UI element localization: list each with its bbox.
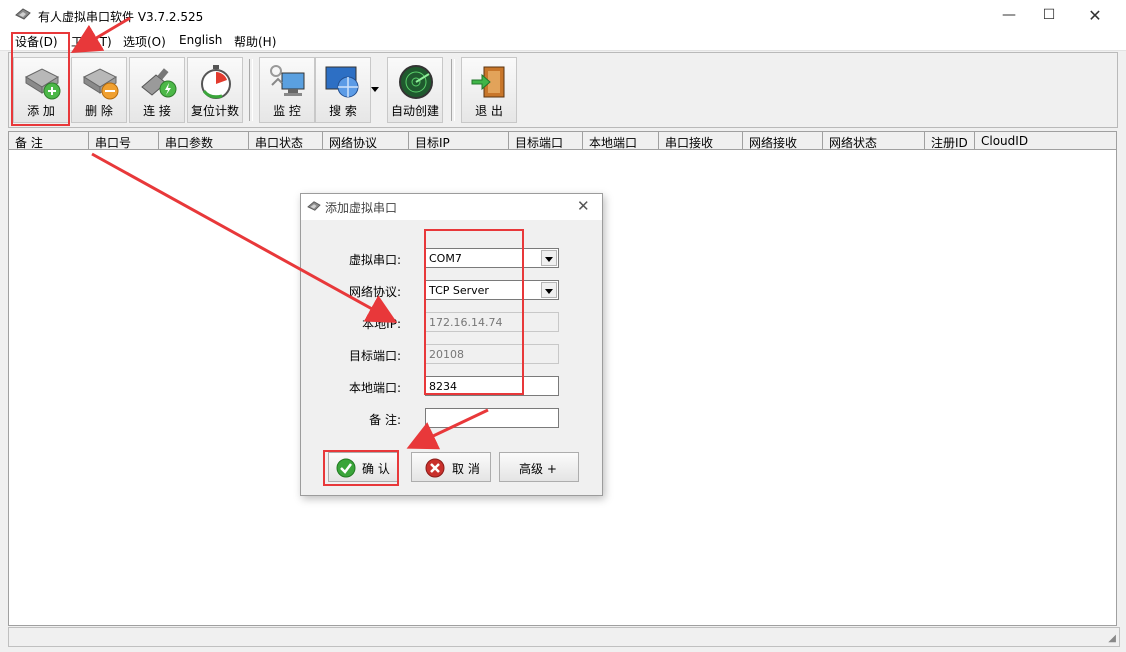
column-header[interactable]: 网络状态	[823, 132, 925, 150]
column-header[interactable]: 本地端口	[583, 132, 659, 150]
search-button[interactable]: 搜 索	[315, 57, 371, 123]
connect-button[interactable]: 连 接	[129, 57, 185, 123]
app-logo-icon	[14, 7, 32, 24]
menu-bar: 设备(D) 工具(T) 选项(O) English 帮助(H)	[0, 30, 1126, 51]
column-header[interactable]: CloudID	[975, 132, 1116, 150]
column-header[interactable]: 目标端口	[509, 132, 583, 150]
column-header[interactable]: 备 注	[9, 132, 89, 150]
annotation-box	[11, 32, 70, 126]
cancel-x-icon	[425, 458, 445, 478]
target-port-label: 目标端口:	[348, 349, 401, 363]
status-bar: ◢	[8, 627, 1120, 647]
exit-door-icon	[471, 66, 505, 98]
protocol-label: 网络协议:	[348, 285, 401, 299]
dialog-title: 添加虚拟串口	[325, 201, 398, 215]
auto-create-button[interactable]: 自动创建	[387, 57, 443, 123]
dialog-close-icon[interactable]: ✕	[577, 197, 590, 215]
resize-grip-icon[interactable]: ◢	[1108, 633, 1116, 644]
dialog-title-bar: 添加虚拟串口 ✕	[301, 194, 602, 220]
chevron-down-icon[interactable]	[541, 250, 557, 266]
delete-port-icon	[82, 68, 119, 100]
column-header[interactable]: 注册ID	[925, 132, 975, 150]
delete-button-label: 删 除	[85, 104, 113, 118]
reset-count-button[interactable]: 复位计数	[187, 57, 243, 123]
menu-tools[interactable]: 工具(T)	[71, 33, 112, 50]
auto-create-button-label: 自动创建	[390, 104, 439, 118]
local-ip-label: 本地IP:	[362, 317, 401, 331]
annotation-box	[323, 450, 399, 486]
remark-label: 备 注:	[369, 413, 401, 427]
monitor-button-label: 监 控	[273, 104, 301, 118]
column-header[interactable]: 网络接收	[743, 132, 823, 150]
column-header[interactable]: 目标IP	[409, 132, 509, 150]
annotation-box	[424, 229, 524, 395]
close-button[interactable]: ✕	[1072, 0, 1118, 30]
toolbar-separator	[249, 59, 253, 121]
cancel-button-label: 取 消	[452, 462, 480, 476]
reset-stopwatch-icon	[201, 65, 231, 99]
search-button-label: 搜 索	[329, 104, 357, 118]
column-header[interactable]: 串口状态	[249, 132, 323, 150]
cancel-button[interactable]: 取 消	[411, 452, 491, 482]
menu-options[interactable]: 选项(O)	[123, 33, 166, 50]
dialog-app-icon	[306, 200, 322, 215]
search-globe-icon	[325, 66, 359, 98]
title-bar: 有人虚拟串口软件 V3.7.2.525 — ☐ ✕	[0, 0, 1126, 30]
column-header[interactable]: 串口号	[89, 132, 159, 150]
monitor-button[interactable]: 监 控	[259, 57, 315, 123]
advanced-button[interactable]: 高级 +	[499, 452, 579, 482]
remark-input[interactable]	[425, 408, 559, 428]
exit-button-label: 退 出	[475, 104, 503, 118]
window-title: 有人虚拟串口软件 V3.7.2.525	[38, 10, 204, 24]
local-port-label: 本地端口:	[348, 381, 401, 395]
column-header[interactable]: 网络协议	[323, 132, 409, 150]
monitor-computer-icon	[270, 65, 305, 96]
reset-count-button-label: 复位计数	[190, 104, 239, 118]
delete-button[interactable]: 删 除	[71, 57, 127, 123]
column-header[interactable]: 串口参数	[159, 132, 249, 150]
menu-english[interactable]: English	[179, 33, 222, 47]
connect-button-label: 连 接	[143, 104, 171, 118]
search-dropdown-arrow-icon[interactable]	[371, 87, 379, 92]
menu-help[interactable]: 帮助(H)	[234, 33, 276, 50]
column-header[interactable]: 串口接收	[659, 132, 743, 150]
virtual-port-label: 虚拟串口:	[348, 253, 401, 267]
toolbar-separator	[451, 59, 455, 121]
maximize-button[interactable]: ☐	[1026, 0, 1072, 30]
chevron-down-icon[interactable]	[541, 282, 557, 298]
connect-plug-icon	[141, 68, 177, 98]
toolbar: 添 加 删 除 连 接 复位计数 监 控 搜 索 自动创建 退 出	[8, 52, 1118, 128]
exit-button[interactable]: 退 出	[461, 57, 517, 123]
advanced-button-label: 高级 +	[519, 462, 557, 476]
auto-create-radar-icon	[399, 65, 433, 99]
